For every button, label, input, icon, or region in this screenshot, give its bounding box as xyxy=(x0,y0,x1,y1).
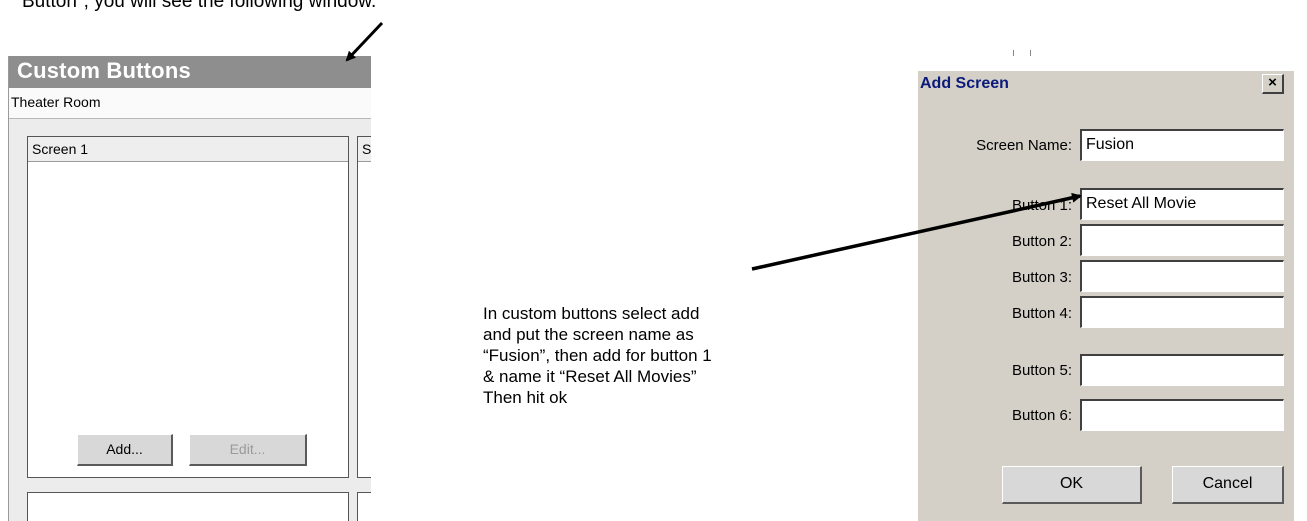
add-button[interactable]: Add... xyxy=(77,434,173,466)
screen-1-label: Screen 1 xyxy=(32,141,89,157)
cancel-button[interactable]: Cancel xyxy=(1172,466,1284,504)
ok-button[interactable]: OK xyxy=(1002,466,1142,504)
button-1-field[interactable]: Reset All Movie xyxy=(1080,188,1284,220)
button-5-label: Button 5: xyxy=(1011,362,1072,379)
screen-1-list[interactable]: Screen 1 xyxy=(27,136,349,478)
decorative-tick xyxy=(1013,50,1014,56)
custom-buttons-title: Custom Buttons xyxy=(17,58,191,83)
add-screen-dialog: Add Screen × Screen Name: Fusion Button … xyxy=(918,71,1294,521)
screen-name-label: Screen Name: xyxy=(976,137,1072,154)
screen-2-label: S xyxy=(362,141,371,157)
button-4-field[interactable] xyxy=(1080,296,1284,328)
button-4-label: Button 4: xyxy=(1011,305,1072,322)
room-name: Theater Room xyxy=(11,94,101,110)
screen-2-header: S xyxy=(358,137,371,162)
document-intro-text: Button", you will see the following wind… xyxy=(22,0,377,12)
custom-buttons-panel: Custom Buttons Theater Room Screen 1 Add… xyxy=(8,56,371,521)
next-screen-group xyxy=(27,492,349,521)
edit-button[interactable]: Edit... xyxy=(189,434,307,466)
screen-1-header: Screen 1 xyxy=(28,137,348,162)
instruction-line: “Fusion”, then add for button 1 xyxy=(483,346,712,365)
instruction-line: and put the screen name as xyxy=(483,325,694,344)
button-3-field[interactable] xyxy=(1080,260,1284,292)
instruction-text: In custom buttons select add and put the… xyxy=(483,303,863,408)
decorative-tick xyxy=(1030,50,1031,56)
button-6-label: Button 6: xyxy=(1011,407,1072,424)
instruction-line: Then hit ok xyxy=(483,388,568,407)
next-screen-group-2 xyxy=(357,492,371,521)
custom-buttons-title-bar: Custom Buttons xyxy=(9,56,371,88)
instruction-line: & name it “Reset All Movies” xyxy=(483,367,697,386)
button-6-field[interactable] xyxy=(1080,399,1284,431)
button-2-label: Button 2: xyxy=(1011,233,1072,250)
room-row[interactable]: Theater Room xyxy=(9,88,371,119)
instruction-line: In custom buttons select add xyxy=(483,304,700,323)
screen-2-list[interactable]: S xyxy=(357,136,371,478)
button-1-label: Button 1: xyxy=(1011,197,1072,214)
dialog-title: Add Screen xyxy=(920,75,1009,92)
close-icon[interactable]: × xyxy=(1262,74,1284,94)
arrow-to-title xyxy=(345,21,384,62)
button-5-field[interactable] xyxy=(1080,354,1284,386)
dialog-title-bar: Add Screen × xyxy=(918,71,1294,99)
button-2-field[interactable] xyxy=(1080,224,1284,256)
screen-name-field[interactable]: Fusion xyxy=(1080,129,1284,161)
button-3-label: Button 3: xyxy=(1011,269,1072,286)
